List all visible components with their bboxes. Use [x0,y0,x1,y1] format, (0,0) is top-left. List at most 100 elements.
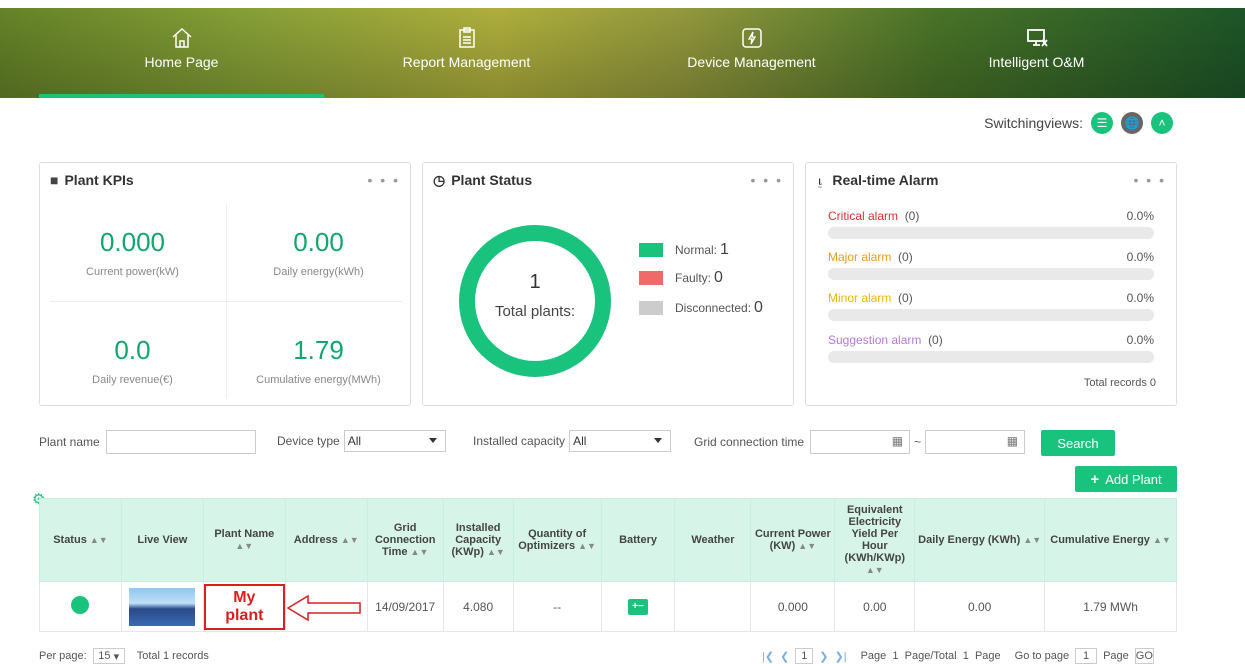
nav-device[interactable]: Device Management [609,8,894,98]
live-view-thumbnail[interactable] [129,587,196,626]
alarm-minor[interactable]: Minor alarm (0) 0.0% [828,291,1154,321]
home-icon [172,27,191,48]
col-yield[interactable]: Equivalent Electricity Yield Per Hour (K… [834,498,916,582]
daily-revenue-kpi: 0.0 Daily revenue(€) [40,335,225,386]
col-weather: Weather [674,498,752,582]
alarm-suggestion[interactable]: Suggestion alarm (0) 0.0% [828,333,1154,363]
calendar-icon: ▦ [891,434,904,448]
cumulative-energy-label: Cumulative energy(MWh) [256,374,381,386]
table-row[interactable]: My plant 14/09/2017 4.080 -- +− 0.000 0.… [39,581,1177,632]
total-plants-label: Total plants: [494,303,576,320]
current-power-label: Current power(kW) [86,266,179,278]
switching-views: Switchingviews: ☰ 🌐 ˄ [984,112,1173,134]
col-grid-time[interactable]: Grid Connection Time ▲▼ [366,498,444,582]
col-live-view: Live View [120,498,204,582]
col-optimizers[interactable]: Quantity of Optimizers ▲▼ [512,498,602,582]
plant-kpis-panel: ■ Plant KPIs • • • 0.000 Current power(k… [39,162,411,406]
col-capacity[interactable]: Installed Capacity (KWp) ▲▼ [442,498,514,582]
plant-name-label: Plant name [39,435,100,449]
nav-report[interactable]: Report Management [324,8,609,98]
alarm-total: Total records 0 [1083,377,1156,389]
daily-revenue-value: 0.0 [114,335,151,365]
yield-cell: 0.00 [834,581,916,632]
nav-home-label: Home Page [144,54,219,70]
daily-energy-kpi: 0.00 Daily energy(kWh) [226,227,411,278]
col-battery: Battery [600,498,676,582]
nav-home[interactable]: Home Page [39,8,324,98]
next-page-icon[interactable]: ❯ [819,650,828,663]
switching-views-label: Switchingviews: [984,115,1083,131]
legend-disconnected: Disconnected: 0 [639,299,763,317]
page-info: Page 1 Page/Total 1 Page [860,650,1001,662]
kpi-icon: ■ [50,172,59,188]
nav-device-label: Device Management [687,54,816,70]
nav-om-label: Intelligent O&M [988,54,1085,70]
list-view-icon[interactable]: ☰ [1091,112,1113,134]
legend-normal: Normal: 1 [639,241,729,259]
calendar-icon: ▦ [1006,434,1019,448]
search-button[interactable]: Search [1041,430,1115,456]
daily-energy-value: 0.00 [293,227,344,257]
alarm-more-icon[interactable]: • • • [1134,172,1166,188]
plant-name-filter: Plant name [39,430,256,454]
grid-time-filter: Grid connection time ▦ ~ ▦ [694,430,1026,454]
current-power-cell: 0.000 [750,581,836,632]
device-type-filter: Device type All [277,430,446,452]
installed-capacity-label: Installed capacity [473,434,566,448]
kpi-title: Plant KPIs [64,172,134,188]
col-daily-energy[interactable]: Daily Energy (KWh) ▲▼ [914,498,1046,582]
current-page[interactable]: 1 [795,648,814,664]
top-navigation: Home Page Report Management Device Manag… [0,8,1245,98]
nav-om[interactable]: Intelligent O&M [894,8,1179,98]
alarm-major[interactable]: Major alarm (0) 0.0% [828,250,1154,280]
status-more-icon[interactable]: • • • [751,172,783,188]
pager-right: |❮ ❮ 1 ❯ ❯| Page 1 Page/Total 1 Page Go … [762,648,1154,664]
daily-revenue-label: Daily revenue(€) [92,374,173,386]
bell-icon: ⍸ [816,171,825,188]
status-online-icon [71,596,90,614]
plant-name-link[interactable]: My plant [203,583,285,630]
plus-icon: + [1090,470,1100,488]
report-icon [458,27,475,48]
globe-view-icon[interactable]: 🌐 [1121,112,1143,134]
start-date-input[interactable]: ▦ [810,430,911,454]
last-page-icon[interactable]: ❯| [835,650,847,663]
weather-cell [674,581,752,632]
plant-status-panel: ◷ Plant Status • • • 1 Total plants: Nor… [422,162,794,406]
current-power-value: 0.000 [99,227,166,257]
col-status[interactable]: Status ▲▼ [39,498,122,582]
pager-left: Per page: 15 ▾ Total 1 records [39,648,209,664]
installed-capacity-select[interactable]: All [569,430,672,452]
daily-energy-label: Daily energy(kWh) [273,266,364,278]
col-cumulative-energy[interactable]: Cumulative Energy ▲▼ [1044,498,1177,582]
add-plant-button[interactable]: + Add Plant [1075,466,1177,492]
plant-name-input[interactable] [105,430,256,454]
col-address[interactable]: Address ▲▼ [284,498,368,582]
alarm-critical[interactable]: Critical alarm (0) 0.0% [828,209,1154,239]
go-button[interactable]: GO [1134,648,1154,664]
nav-report-label: Report Management [402,54,531,70]
goto-page-input[interactable]: 1 [1075,648,1098,664]
total-records: Total 1 records [136,650,209,662]
collapse-up-icon[interactable]: ˄ [1151,112,1173,134]
per-page-select[interactable]: 15 ▾ [92,648,125,664]
end-date-input[interactable]: ▦ [925,430,1026,454]
total-plants-value: 1 [529,271,541,293]
first-page-icon[interactable]: |❮ [762,650,774,663]
col-plant-name[interactable]: Plant Name ▲▼ [202,498,286,582]
alarm-title: Real-time Alarm [832,172,939,188]
device-type-label: Device type [277,434,340,448]
prev-page-icon[interactable]: ❮ [780,650,789,663]
grid-time-cell: 14/09/2017 [366,581,444,632]
chevron-down-icon [428,438,437,443]
installed-capacity-filter: Installed capacity All [473,430,672,452]
kpi-more-icon[interactable]: • • • [368,172,400,188]
battery-icon[interactable]: +− [628,599,649,615]
col-current-power[interactable]: Current Power (KW) ▲▼ [750,498,836,582]
device-type-select[interactable]: All [343,430,446,452]
annotation-arrow-icon [286,594,361,622]
optimizers-cell: -- [512,581,602,632]
device-icon [741,28,762,48]
cumulative-energy-cell: 1.79 MWh [1044,581,1177,632]
cumulative-energy-kpi: 1.79 Cumulative energy(MWh) [226,335,411,386]
